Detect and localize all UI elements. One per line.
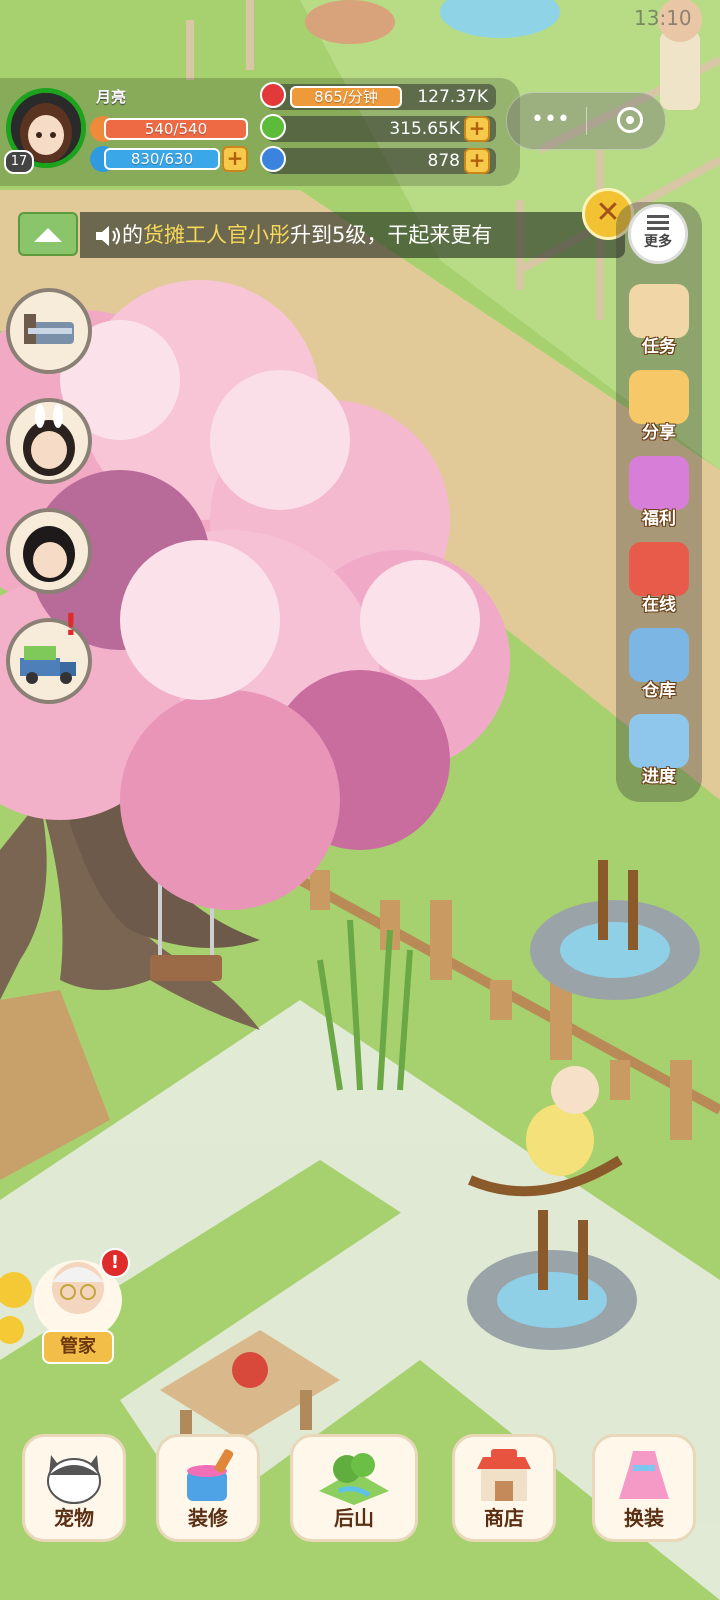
dress-icon — [619, 1451, 669, 1499]
cat-icon — [47, 1455, 101, 1504]
menu-welfare-label: 福利 — [642, 509, 676, 529]
energy-bar: 830/630 — [104, 148, 220, 170]
ticker-highlight: 货摊工人官小彤 — [143, 223, 290, 247]
back-mountain-label: 后山 — [334, 1506, 374, 1530]
truck-alert-icon: ! — [64, 608, 78, 643]
dress-up-button[interactable]: 换装 — [592, 1434, 696, 1542]
hearts-rate: 865/分钟 — [290, 86, 402, 108]
npc-woman[interactable] — [6, 508, 92, 594]
speaker-icon — [94, 212, 122, 258]
npc-bunny-girl[interactable] — [6, 398, 92, 484]
stamina-bar: 540/540 — [104, 118, 248, 140]
ticker-text: 升到5级，干起来更有 — [290, 223, 493, 247]
capsule-divider — [586, 107, 587, 135]
player-name: 月亮 — [96, 88, 127, 106]
share-friends-icon — [629, 370, 689, 424]
announcement-ticker: 的货摊工人官小彤升到5级，干起来更有 — [80, 212, 625, 258]
player-level-badge: 17 — [4, 150, 34, 174]
menu-share-label: 分享 — [642, 423, 676, 443]
shop-button[interactable]: 商店 — [452, 1434, 556, 1542]
chevron-up-icon — [34, 228, 62, 242]
ticker-prefix: 的 — [122, 223, 143, 247]
warehouse-icon — [629, 628, 689, 682]
diamond-icon — [260, 146, 286, 172]
bed-shortcut[interactable] — [6, 288, 92, 374]
add-cash-button[interactable]: + — [464, 116, 490, 142]
miniprogram-capsule: ••• — [506, 92, 666, 150]
more-label: 更多 — [644, 234, 672, 250]
menu-progress-label: 进度 — [642, 767, 676, 787]
decorate-label: 装修 — [188, 1506, 228, 1530]
bed-icon — [24, 314, 74, 344]
more-dots-icon[interactable]: ••• — [531, 109, 570, 131]
shop-label: 商店 — [484, 1506, 524, 1530]
menu-warehouse[interactable]: 仓库 — [620, 628, 698, 708]
menu-online-label: 在线 — [642, 595, 676, 615]
menu-tasks[interactable]: 任务 — [620, 284, 698, 364]
menu-tasks-label: 任务 — [642, 337, 676, 357]
progress-flag-icon — [629, 714, 689, 768]
menu-online[interactable]: 在线 — [620, 542, 698, 622]
menu-welfare[interactable]: 福利 — [620, 456, 698, 536]
delivery-truck-shortcut[interactable] — [6, 618, 92, 704]
menu-icon — [631, 215, 685, 230]
butler-label: 管家 — [42, 1330, 114, 1364]
pet-button[interactable]: 宠物 — [22, 1434, 126, 1542]
bunny-girl-avatar-icon — [23, 404, 75, 476]
close-miniprogram-icon[interactable] — [617, 107, 643, 133]
back-mountain-button[interactable]: 后山 — [290, 1434, 418, 1542]
shop-icon — [477, 1449, 531, 1501]
menu-progress[interactable]: 进度 — [620, 714, 698, 794]
dress-up-label: 换装 — [624, 1506, 664, 1530]
add-energy-button[interactable]: + — [222, 146, 248, 172]
collapse-toggle-button[interactable] — [18, 212, 78, 256]
woman-avatar-icon — [23, 526, 75, 582]
heart-icon — [260, 82, 286, 108]
scroll-icon — [629, 284, 689, 338]
menu-warehouse-label: 仓库 — [642, 681, 676, 701]
more-button[interactable]: 更多 — [628, 204, 688, 264]
cash-amount: 315.65K — [266, 116, 496, 142]
add-gems-button[interactable]: + — [464, 148, 490, 174]
menu-share[interactable]: 分享 — [620, 370, 698, 450]
decorate-button[interactable]: 装修 — [156, 1434, 260, 1542]
gems-amount: 878 — [266, 148, 496, 174]
status-time: 13:10 — [634, 6, 692, 30]
pet-label: 宠物 — [54, 1506, 94, 1530]
cash-icon — [260, 114, 286, 140]
mountain-icon — [319, 1453, 389, 1505]
butler-alert-badge: ! — [100, 1248, 130, 1278]
online-reward-icon — [629, 542, 689, 596]
gift-bag-icon — [629, 456, 689, 510]
paint-bucket-icon — [187, 1449, 234, 1501]
